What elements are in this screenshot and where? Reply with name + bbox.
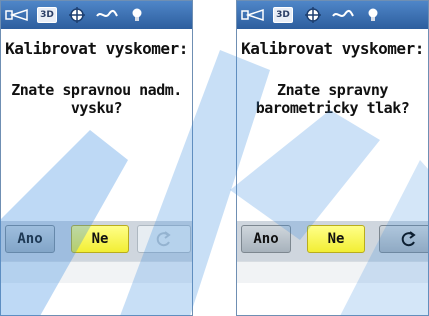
signal-icon: [331, 7, 355, 23]
dialog-title: Kalibrovat vyskomer:: [5, 39, 188, 58]
crosshair-icon: [65, 7, 89, 23]
button-bar: Ano Ne: [237, 221, 428, 261]
status-bar: 3D: [1, 1, 192, 29]
refresh-icon: [156, 231, 171, 247]
dialog-question: Znate spravny barometricky tlak?: [255, 81, 410, 117]
no-button[interactable]: Ne: [71, 225, 129, 253]
dialog-content: Kalibrovat vyskomer: Znate spravny barom…: [237, 29, 428, 221]
backlight-icon: [361, 7, 385, 23]
dialog-title: Kalibrovat vyskomer:: [241, 39, 424, 58]
crosshair-icon: [301, 7, 325, 23]
bottom-area: [237, 283, 428, 315]
input-strip: [1, 261, 192, 284]
3d-fix-icon: 3D: [271, 7, 295, 23]
screen-left: 3D Kalibrovat vyskomer: Znate spravnou n…: [0, 0, 193, 316]
input-strip: [237, 261, 428, 284]
status-bar: 3D: [237, 1, 428, 29]
refresh-icon: [401, 231, 416, 247]
bottom-area: [1, 283, 192, 315]
signal-icon: [95, 7, 119, 23]
screen-right: 3D Kalibrovat vyskomer: Znate spravny ba…: [236, 0, 429, 316]
backlight-icon: [125, 7, 149, 23]
button-bar: Ano Ne: [1, 221, 192, 261]
fix-label: 3D: [37, 7, 57, 23]
dialog-content: Kalibrovat vyskomer: Znate spravnou nadm…: [1, 29, 192, 221]
3d-fix-icon: 3D: [35, 7, 59, 23]
battery-icon: [5, 7, 29, 23]
reset-button[interactable]: [379, 225, 428, 253]
yes-button[interactable]: Ano: [5, 225, 55, 253]
no-button[interactable]: Ne: [307, 225, 365, 253]
battery-icon: [241, 7, 265, 23]
fix-label: 3D: [273, 7, 293, 23]
yes-button[interactable]: Ano: [241, 225, 291, 253]
dialog-question: Znate spravnou nadm. vysku?: [11, 81, 182, 117]
reset-button: [137, 225, 191, 253]
